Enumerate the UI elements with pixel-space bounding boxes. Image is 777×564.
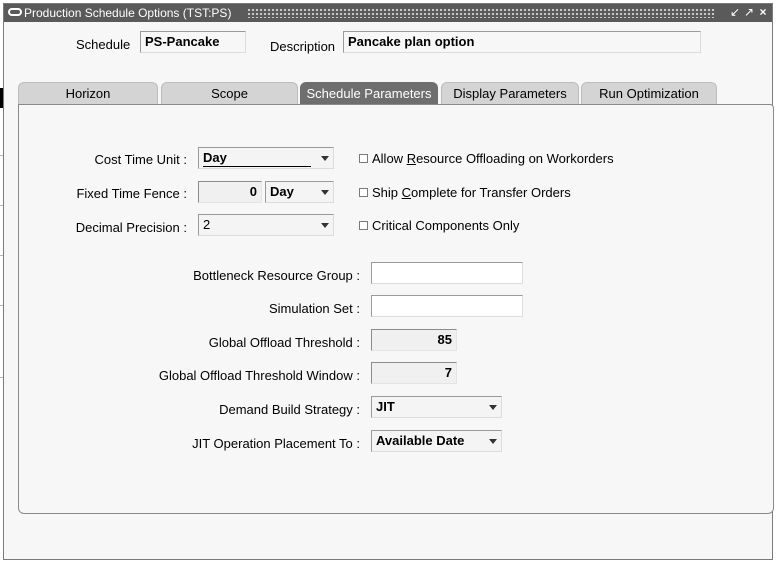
demand-build-strategy-select[interactable]: JIT [371, 396, 502, 418]
decimal-precision-value: 2 [203, 217, 211, 232]
cost-time-unit-select[interactable]: Day [198, 147, 334, 169]
production-schedule-options-window: Production Schedule Options (TST:PS) ↙ ↗… [3, 3, 774, 560]
jit-operation-placement-value: Available Date [376, 433, 465, 448]
fixed-time-fence-label: Fixed Time Fence : [76, 186, 187, 201]
description-label: Description [270, 39, 336, 54]
jit-operation-placement-select[interactable]: Available Date [371, 430, 502, 452]
tab-display-parameters[interactable]: Display Parameters [441, 82, 579, 104]
fixed-time-fence-unit-value: Day [270, 184, 294, 199]
checkbox-box[interactable] [359, 221, 368, 230]
demand-build-strategy-value: JIT [376, 399, 395, 414]
chevron-down-icon [489, 439, 497, 444]
schedule-field[interactable]: PS-Pancake [140, 31, 246, 53]
global-offload-threshold-window-field[interactable]: 7 [371, 362, 457, 384]
description-field[interactable]: Pancake plan option [343, 31, 701, 53]
chevron-down-icon [321, 223, 329, 228]
chevron-down-icon [321, 190, 329, 195]
allow-resource-offloading-label: Allow Resource Offloading on Workorders [372, 151, 614, 166]
schedule-label: Schedule [76, 37, 131, 52]
tab-schedule-parameters[interactable]: Schedule Parameters [300, 82, 438, 104]
tab-horizon[interactable]: Horizon [18, 82, 158, 104]
minimize-icon[interactable]: ↙ [728, 5, 742, 20]
fixed-time-fence-field[interactable]: 0 [198, 181, 262, 203]
fixed-time-fence-unit-select[interactable]: Day [265, 181, 334, 203]
demand-build-strategy-label: Demand Build Strategy : [219, 402, 360, 417]
simulation-set-input[interactable] [371, 295, 523, 317]
checkbox-box[interactable] [359, 154, 368, 163]
global-offload-threshold-window-label: Global Offload Threshold Window : [158, 368, 360, 383]
tab-scope[interactable]: Scope [161, 82, 298, 104]
bottleneck-resource-group-input[interactable] [371, 262, 523, 284]
close-icon[interactable]: × [756, 5, 770, 20]
critical-components-label: Critical Components Only [372, 218, 520, 233]
checkbox-box[interactable] [359, 188, 368, 197]
window-titlebar[interactable]: Production Schedule Options (TST:PS) ↙ ↗… [4, 4, 772, 22]
ship-complete-label: Ship Complete for Transfer Orders [372, 185, 571, 200]
window-menu-icon[interactable] [8, 8, 22, 16]
cost-time-unit-label: Cost Time Unit : [94, 152, 187, 167]
decimal-precision-label: Decimal Precision : [75, 220, 187, 235]
titlebar-grip [247, 8, 716, 18]
tab-run-optimization[interactable]: Run Optimization [581, 82, 717, 104]
simulation-set-label: Simulation Set : [268, 301, 360, 316]
maximize-icon[interactable]: ↗ [742, 5, 756, 20]
global-offload-threshold-label: Global Offload Threshold : [208, 335, 360, 350]
chevron-down-icon [489, 405, 497, 410]
decimal-precision-select[interactable]: 2 [198, 214, 334, 236]
cost-time-unit-value: Day [203, 150, 311, 167]
global-offload-threshold-field[interactable]: 85 [371, 329, 457, 351]
bottleneck-resource-group-label: Bottleneck Resource Group : [193, 268, 360, 283]
jit-operation-placement-label: JIT Operation Placement To : [192, 436, 360, 451]
window-title: Production Schedule Options (TST:PS) [24, 6, 232, 20]
chevron-down-icon [321, 156, 329, 161]
